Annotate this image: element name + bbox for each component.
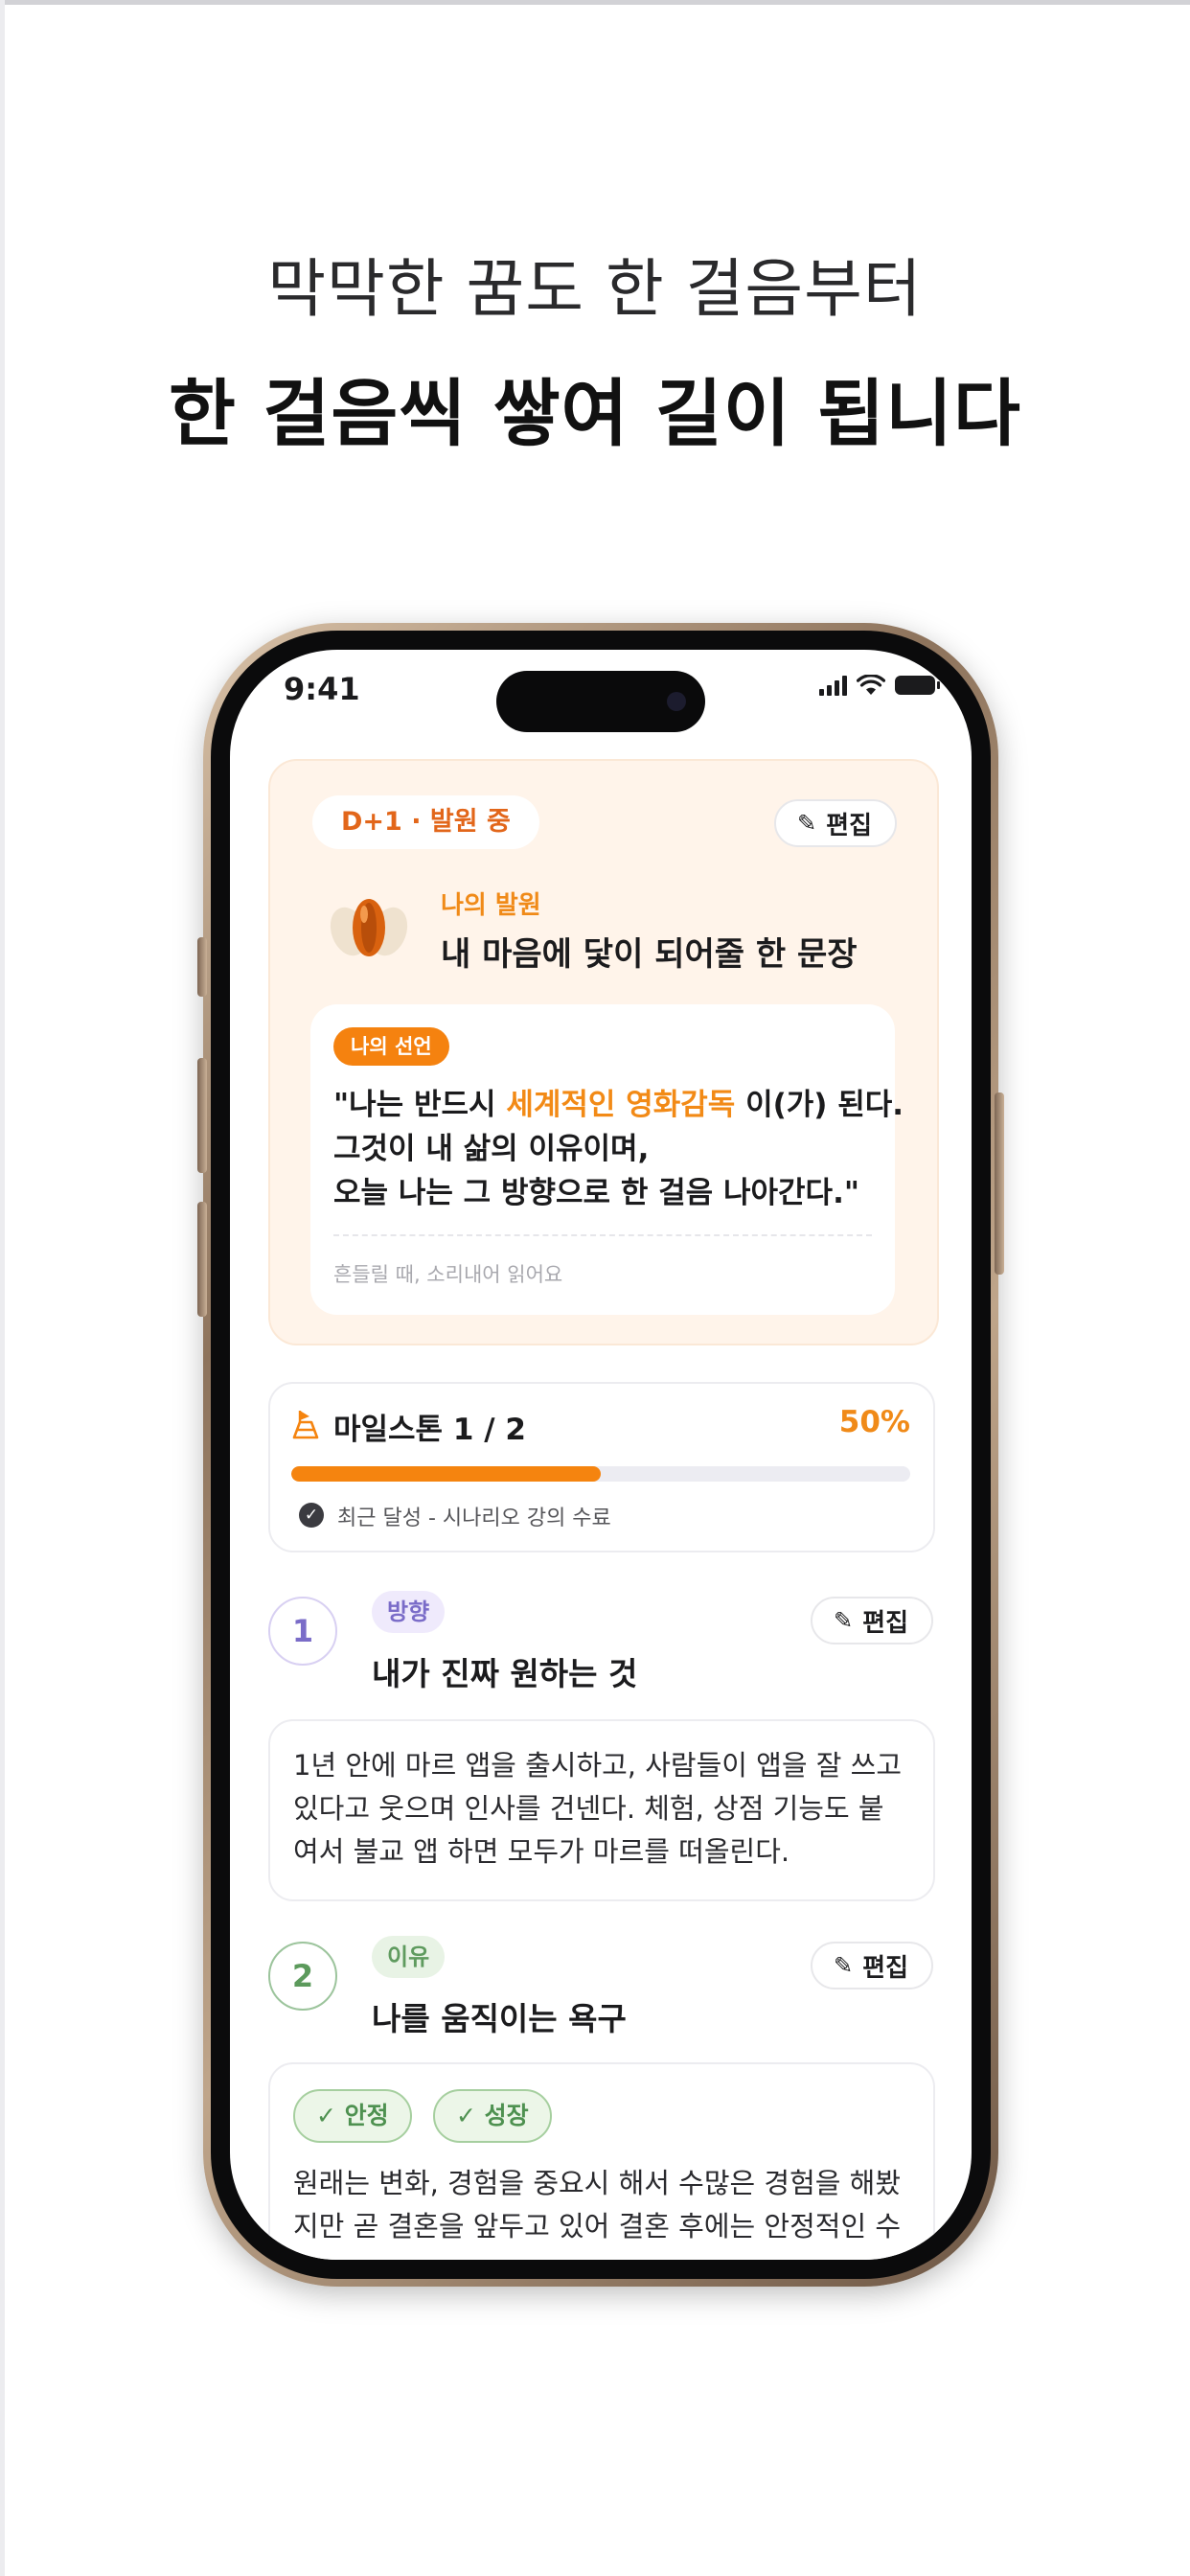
declaration-line-3: 오늘 나는 그 방향으로 한 걸음 나아간다.": [333, 1176, 860, 1210]
reason-edit-button[interactable]: ✎ 편집: [811, 1942, 933, 1990]
marketing-headline-main: 한 걸음씩 쌓여 길이 됩니다: [169, 371, 1021, 456]
reason-line: 지만 곧 결혼을 앞두고 있어 결혼 후에는 안정적인 수: [293, 2210, 902, 2242]
edit-label: 편집: [862, 1953, 908, 1983]
milestone-progress-bar: [291, 1466, 910, 1482]
milestone-percent: 50%: [838, 1405, 910, 1439]
wish-label: 나의 발원: [441, 891, 541, 920]
wifi-icon: [857, 675, 885, 695]
volume-down-button: [197, 1202, 207, 1317]
day-status-badge: D+1 · 발원 중: [312, 795, 539, 849]
flag-icon: [292, 1411, 319, 1439]
pencil-icon: ✎: [797, 810, 817, 837]
step-number-2: 2: [268, 1942, 337, 2011]
wish-edit-button[interactable]: ✎ 편집: [774, 799, 897, 847]
status-time: 9:41: [284, 671, 360, 707]
milestone-progress-fill: [291, 1466, 601, 1482]
direction-line: 있다고 웃으며 인사를 건넨다. 체험, 상점 기능도 붙: [293, 1792, 884, 1825]
status-icons: [819, 675, 940, 696]
direction-line: 여서 불교 앱 하면 모두가 마르를 떠올린다.: [293, 1835, 790, 1868]
dashed-divider: [333, 1234, 872, 1236]
milestone-title: 마일스톤 1 / 2: [333, 1413, 526, 1447]
edit-label: 편집: [862, 1608, 908, 1638]
direction-text: 1년 안에 마르 앱을 출시하고, 사람들이 앱을 잘 쓰고 있다고 웃으며 인…: [293, 1744, 910, 1874]
pencil-icon: ✎: [834, 1952, 854, 1979]
power-button: [995, 1092, 1004, 1275]
step-number-1: 1: [268, 1597, 337, 1666]
declaration-card: 나의 선언 "나는 반드시 세계적인 영화감독 이(가) 된다. 그것이 내 삶…: [310, 1004, 904, 1315]
milestone-card[interactable]: 마일스톤 1 / 2 50% ✓ 최근 달성 - 시나리오 강의 수료: [268, 1382, 935, 1552]
value-chip-growth[interactable]: ✓ 성장: [433, 2089, 552, 2143]
phone-screen: 9:41 D+1 · 발원 중 ✎ 편집 나의 발원 내 마음에 닻이 되어줄 …: [230, 650, 972, 2260]
action-button: [197, 937, 207, 997]
milestone-recent: 최근 달성 - 시나리오 강의 수료: [337, 1506, 611, 1530]
pencil-icon: ✎: [834, 1607, 854, 1634]
section-title-direction: 내가 진짜 원하는 것: [372, 1655, 638, 1692]
declaration-tag: 나의 선언: [333, 1027, 449, 1066]
direction-card: 1년 안에 마르 앱을 출시하고, 사람들이 앱을 잘 쓰고 있다고 웃으며 인…: [268, 1719, 935, 1901]
dynamic-island: [496, 671, 705, 732]
volume-up-button: [197, 1058, 207, 1173]
wish-card: D+1 · 발원 중 ✎ 편집 나의 발원 내 마음에 닻이 되어줄 한 문장 …: [268, 759, 939, 1346]
declaration-text: "나는 반드시 세계적인 영화감독 이(가) 된다. 그것이 내 삶의 이유이며…: [333, 1083, 904, 1215]
declaration-line-1: "나는 반드시 세계적인 영화감독 이(가) 된다.: [333, 1088, 904, 1122]
direction-edit-button[interactable]: ✎ 편집: [811, 1597, 933, 1644]
direction-line: 1년 안에 마르 앱을 출시하고, 사람들이 앱을 잘 쓰고: [293, 1749, 903, 1782]
top-divider: [0, 0, 1190, 5]
section-title-reason: 나를 움직이는 욕구: [372, 2000, 627, 2037]
cellular-signal-icon: [819, 675, 847, 696]
check-circle-icon: ✓: [299, 1503, 324, 1528]
reason-line: 원래는 변화, 경험을 중요시 해서 수많은 경험을 해봤: [293, 2167, 902, 2199]
camera-icon: [667, 692, 686, 711]
declaration-line-2: 그것이 내 삶의 이유이며,: [333, 1132, 650, 1166]
value-chip-stability[interactable]: ✓ 안정: [293, 2089, 412, 2143]
marketing-headline-sub: 막막한 꿈도 한 걸음부터: [267, 252, 923, 326]
edit-label: 편집: [826, 811, 872, 840]
battery-icon: [895, 676, 940, 695]
lotus-bead-icon: [330, 899, 408, 956]
declaration-hint: 흔들릴 때, 소리내어 읽어요: [333, 1263, 563, 1286]
declaration-highlight: 세계적인 영화감독: [506, 1088, 736, 1122]
wish-title: 내 마음에 닻이 되어줄 한 문장: [441, 935, 858, 974]
reason-text: 원래는 변화, 경험을 중요시 해서 수많은 경험을 해봤 지만 곧 결혼을 앞…: [293, 2162, 910, 2248]
direction-chip: 방향: [372, 1591, 446, 1633]
reason-card: ✓ 안정 ✓ 성장 원래는 변화, 경험을 중요시 해서 수많은 경험을 해봤 …: [268, 2062, 935, 2260]
reason-chip: 이유: [372, 1936, 446, 1978]
